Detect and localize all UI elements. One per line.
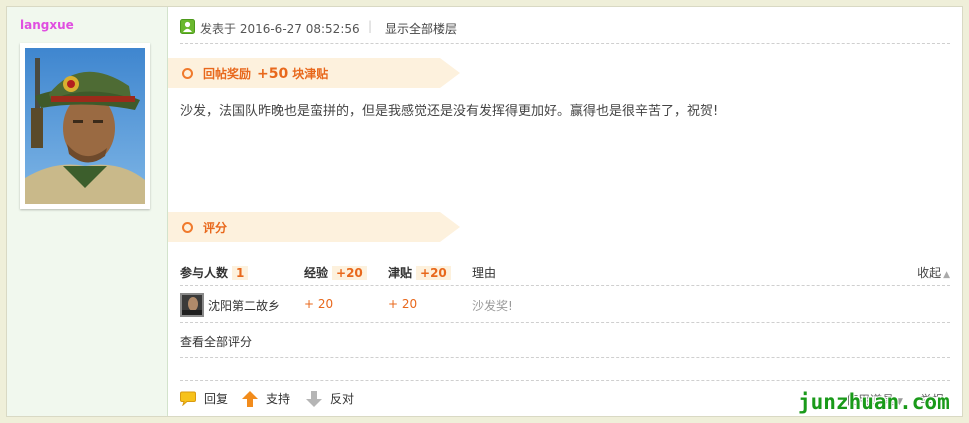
rater-avatar[interactable] (180, 293, 204, 320)
reply-reward-banner: 回帖奖励 +50 块津贴 (168, 58, 460, 88)
exp-label: 经验 (304, 266, 329, 280)
oppose-label: 反对 (330, 392, 355, 406)
post-main: 发表于 2016-6-27 08:52:56 | 显示全部楼层 回帖奖励 +50 块… (168, 7, 962, 416)
post-frame: langxue 发表于 2016-6-27 08:52:56 | 显示全部楼层 … (6, 6, 963, 417)
support-button[interactable]: 支持 (242, 390, 290, 407)
oppose-button[interactable]: 反对 (306, 390, 354, 407)
meta-separator: | (368, 19, 373, 33)
divider (180, 357, 950, 358)
avatar-image (25, 48, 145, 204)
post-content: 沙发，法国队昨晚也是蛮拼的，但是我感觉还是没有发挥得更加好。赢得也是很辛苦了，祝… (180, 104, 719, 119)
speech-bubble-icon (180, 391, 196, 406)
reply-label: 回复 (204, 392, 229, 406)
reward-unit: 块津贴 (292, 67, 329, 81)
tie-total: +20 (416, 266, 451, 280)
user-online-icon (180, 19, 195, 37)
circle-icon (182, 222, 193, 233)
participants-count: 1 (232, 266, 249, 280)
rating-table: 参与人数 1 经验 +20 津贴 +20 理由 收起 ▲ 沈阳第二故乡 + 20… (180, 257, 950, 323)
rater-name[interactable]: 沈阳第二故乡 (208, 297, 280, 314)
arrow-down-icon (306, 390, 322, 407)
author-username[interactable]: langxue (20, 18, 74, 32)
rating-table-header: 参与人数 1 经验 +20 津贴 +20 理由 收起 ▲ (180, 257, 950, 286)
rater-exp: + 20 (304, 297, 334, 311)
site-watermark: junzhuan.com (798, 390, 950, 414)
participants-header: 参与人数 1 (180, 264, 249, 281)
exp-total: +20 (332, 266, 367, 280)
reward-amount: +50 (257, 66, 289, 82)
reply-button[interactable]: 回复 (180, 390, 228, 407)
support-label: 支持 (266, 392, 291, 406)
exp-header: 经验 +20 (304, 264, 367, 281)
caret-up-icon: ▲ (943, 270, 950, 280)
rating-banner: 评分 (168, 212, 460, 242)
reward-label: 回帖奖励 (203, 67, 252, 81)
rating-title: 评分 (203, 221, 228, 235)
post-timestamp: 发表于 2016-6-27 08:52:56 (200, 22, 360, 36)
reason-header: 理由 (472, 266, 497, 280)
rater-reason: 沙发奖! (472, 299, 513, 313)
circle-icon (182, 68, 193, 79)
show-all-floors-link[interactable]: 显示全部楼层 (385, 20, 457, 37)
reward-title: 回帖奖励 +50 块津贴 (203, 65, 328, 82)
participants-label: 参与人数 (180, 266, 229, 280)
collapse-ratings-button[interactable]: 收起 ▲ (917, 264, 950, 281)
rater-tie: + 20 (388, 297, 418, 311)
divider (180, 380, 950, 381)
arrow-up-icon (242, 390, 258, 407)
tie-header: 津贴 +20 (388, 264, 451, 281)
view-all-ratings-link[interactable]: 查看全部评分 (180, 333, 252, 350)
post-meta-bar: 发表于 2016-6-27 08:52:56 | 显示全部楼层 (180, 19, 950, 44)
author-avatar[interactable] (20, 43, 150, 209)
table-row: 沈阳第二故乡 + 20 + 20 沙发奖! (180, 286, 950, 323)
collapse-label: 收起 (917, 266, 942, 280)
tie-label: 津贴 (388, 266, 413, 280)
author-sidebar: langxue (7, 7, 168, 416)
